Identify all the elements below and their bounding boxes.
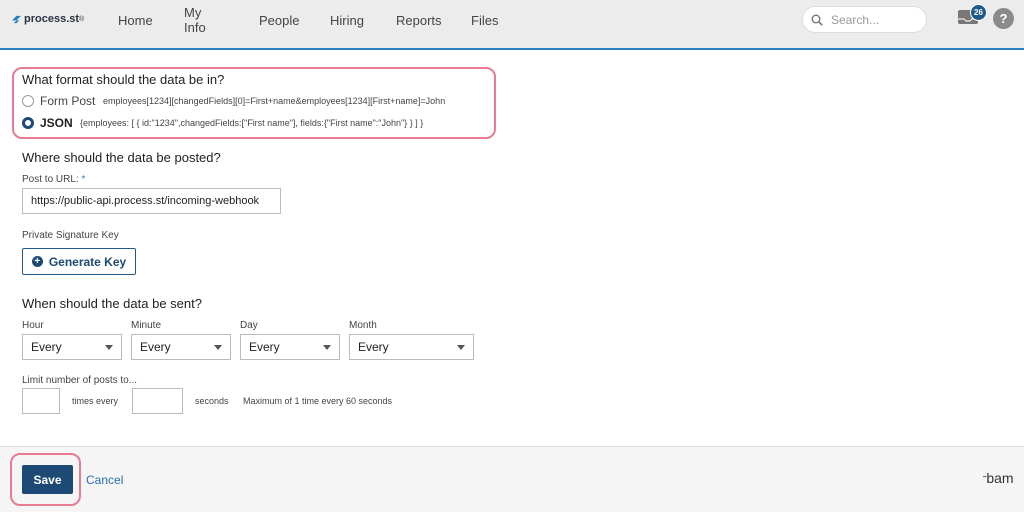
required-mark: *	[81, 174, 86, 185]
limit-count-input[interactable]	[22, 388, 60, 414]
help-icon[interactable]: ?	[993, 8, 1014, 29]
nav-my-info[interactable]: My Info	[184, 5, 206, 35]
json-label: JSON	[40, 116, 73, 130]
day-label: Day	[240, 320, 258, 331]
process-st-logo[interactable]: process.st ®	[12, 13, 84, 25]
chevron-down-icon	[214, 345, 222, 350]
json-radio[interactable]	[22, 117, 34, 129]
json-example: {employees: [ { id:"1234",changedFields:…	[80, 118, 424, 128]
month-label: Month	[349, 320, 377, 331]
form-post-radio[interactable]	[22, 95, 34, 107]
post-url-input[interactable]: https://public-api.process.st/incoming-w…	[22, 188, 281, 214]
month-select[interactable]: Every	[349, 334, 474, 360]
schedule-heading: When should the data be sent?	[22, 296, 202, 311]
format-option-json[interactable]: JSON	[22, 116, 73, 130]
search-input[interactable]	[831, 12, 916, 27]
nav-people[interactable]: People	[259, 13, 299, 28]
chevron-down-icon	[457, 345, 465, 350]
logo-text: process.st	[24, 13, 80, 25]
hour-select[interactable]: Every	[22, 334, 122, 360]
form-post-example: employees[1234][changedFields][0]=First+…	[103, 96, 446, 106]
search-icon	[811, 14, 823, 26]
max-limit-note: Maximum of 1 time every 60 seconds	[243, 396, 393, 406]
inbox-count-badge: 26	[970, 4, 987, 21]
save-button[interactable]: Save	[22, 465, 73, 494]
logo-icon	[12, 15, 21, 23]
nav-home[interactable]: Home	[118, 13, 153, 28]
times-every-label: times every	[72, 396, 119, 406]
footer-bar	[0, 446, 1024, 512]
limit-seconds-input[interactable]	[132, 388, 183, 414]
form-post-label: Form Post	[40, 94, 96, 108]
generate-key-button[interactable]: + Generate Key	[22, 248, 136, 275]
nav-hiring[interactable]: Hiring	[330, 13, 364, 28]
post-heading: Where should the data be posted?	[22, 150, 221, 165]
minute-select[interactable]: Every	[131, 334, 231, 360]
format-heading: What format should the data be in?	[22, 72, 225, 87]
generate-key-label: Generate Key	[48, 254, 127, 269]
seconds-label: seconds	[195, 396, 229, 406]
minute-label: Minute	[131, 320, 162, 331]
limit-label: Limit number of posts to...	[22, 375, 138, 386]
chevron-down-icon	[105, 345, 113, 350]
day-select[interactable]: Every	[240, 334, 340, 360]
bamboohr-logo: ˜bamboo	[983, 470, 1014, 486]
search-box[interactable]	[802, 6, 927, 33]
nav-files[interactable]: Files	[471, 13, 498, 28]
hour-label: Hour	[22, 320, 44, 331]
cancel-link[interactable]: Cancel	[86, 473, 123, 487]
format-option-form-post[interactable]: Form Post	[22, 94, 95, 108]
post-url-label: Post to URL: *	[22, 174, 86, 185]
plus-circle-icon: +	[31, 256, 43, 267]
nav-reports[interactable]: Reports	[396, 13, 442, 28]
chevron-down-icon	[323, 345, 331, 350]
signature-key-label: Private Signature Key	[22, 230, 119, 241]
top-navigation-bar: process.st ® Home My Info People Hiring R…	[0, 0, 1024, 50]
